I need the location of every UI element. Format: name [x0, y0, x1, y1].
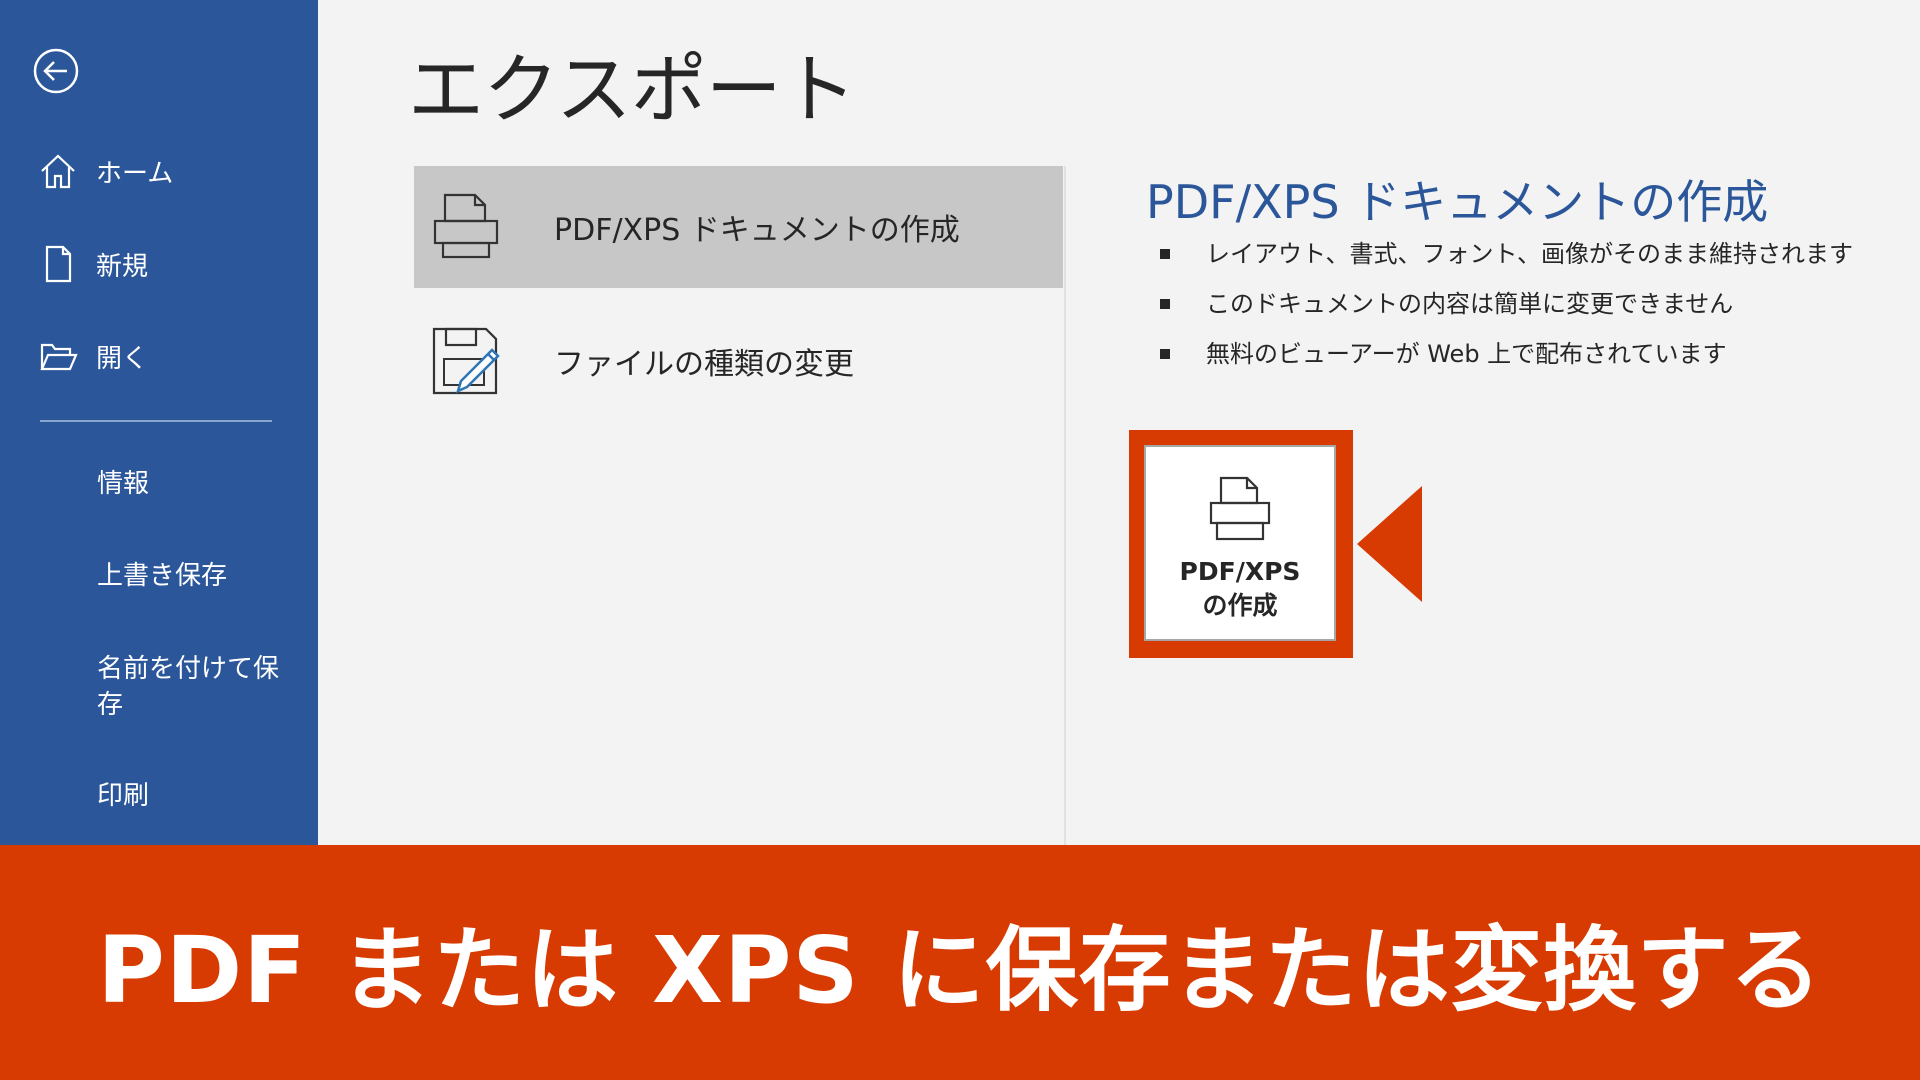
- new-document-icon: [36, 242, 80, 286]
- change-file-type-icon: [428, 321, 504, 401]
- list-item: このドキュメントの内容は簡単に変更できません: [1160, 286, 1853, 336]
- pdf-document-icon: [1209, 476, 1271, 541]
- sidebar-divider: [40, 420, 272, 422]
- export-option-change-file-type[interactable]: ファイルの種類の変更: [414, 300, 1063, 422]
- list-item: レイアウト、書式、フォント、画像がそのまま維持されます: [1160, 236, 1853, 286]
- caption-text: PDF または XPS に保存または変換する: [97, 917, 1823, 1024]
- export-option-create-pdf[interactable]: PDF/XPS ドキュメントの作成: [414, 166, 1063, 288]
- sidebar-item-print[interactable]: 印刷: [97, 778, 287, 814]
- create-button-label: PDF/XPS の作成: [1180, 555, 1301, 623]
- home-icon: [36, 149, 80, 193]
- highlight-frame: PDF/XPS の作成: [1129, 430, 1353, 658]
- feature-list: レイアウト、書式、フォント、画像がそのまま維持されます このドキュメントの内容は…: [1160, 236, 1853, 386]
- arrow-left-circle-icon: [33, 48, 79, 94]
- sidebar-item-label: ホーム: [96, 158, 174, 189]
- pane-divider: [1064, 166, 1066, 846]
- list-item: 無料のビューアーが Web 上で配布されています: [1160, 336, 1853, 386]
- detail-title: PDF/XPS ドキュメントの作成: [1146, 175, 1769, 229]
- sidebar-item-label: 開く: [96, 343, 149, 374]
- sidebar-item-info[interactable]: 情報: [97, 466, 287, 502]
- folder-open-icon: [36, 334, 80, 378]
- pdf-document-icon: [428, 187, 504, 267]
- sidebar-item-save-as[interactable]: 名前を付けて保存: [97, 651, 287, 723]
- create-button-label-line1: PDF/XPS: [1179, 557, 1301, 586]
- export-option-label: ファイルの種類の変更: [554, 347, 854, 382]
- create-button-label-line2: の作成: [1202, 591, 1278, 620]
- export-option-label: PDF/XPS ドキュメントの作成: [554, 213, 960, 248]
- export-options-list: PDF/XPS ドキュメントの作成 ファイルの種類の変更: [414, 166, 1064, 846]
- page-title: エクスポート: [408, 45, 857, 134]
- backstage-sidebar: ホーム 新規 開く 情報 上書き保存 名前を付けて保存 印刷: [0, 0, 318, 845]
- sidebar-item-label: 新規: [96, 251, 149, 282]
- back-button[interactable]: [33, 48, 79, 94]
- sidebar-item-new[interactable]: 新規: [36, 237, 286, 291]
- pointer-arrow-icon: [1357, 486, 1422, 602]
- app-window: ホーム 新規 開く 情報 上書き保存 名前を付けて保存 印刷 エクスポート PD…: [0, 0, 1920, 1080]
- create-pdf-xps-button[interactable]: PDF/XPS の作成: [1144, 445, 1336, 641]
- caption-banner: PDF または XPS に保存または変換する: [0, 845, 1920, 1080]
- sidebar-item-open[interactable]: 開く: [36, 329, 286, 383]
- sidebar-item-home[interactable]: ホーム: [36, 144, 286, 198]
- sidebar-item-save[interactable]: 上書き保存: [97, 558, 287, 594]
